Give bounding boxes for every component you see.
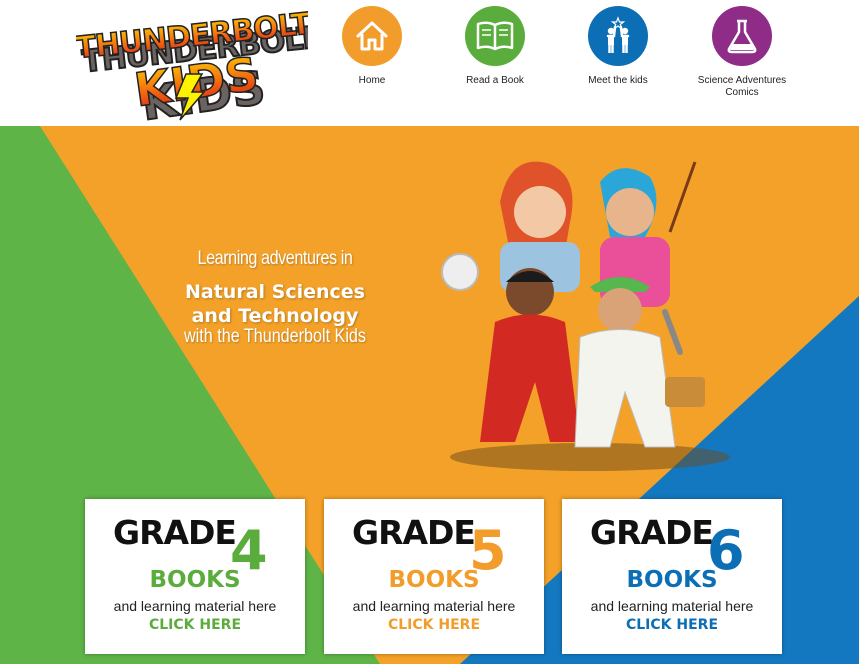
nav-science-adventures-comics[interactable]: Science Adventures Comics xyxy=(682,6,802,99)
grade-4-card[interactable]: GRADE 4 BOOKS and learning material here… xyxy=(85,499,305,654)
card-grade-label: GRADE xyxy=(352,513,476,552)
card-books-label: BOOKS xyxy=(149,567,241,593)
nav-circle xyxy=(712,6,772,66)
home-icon xyxy=(356,21,388,51)
hero-tagline-line3: and Technology xyxy=(191,305,359,327)
card-click-here-link[interactable]: CLICK HERE xyxy=(85,617,305,633)
hero-tagline: Learning adventures in Natural Sciences … xyxy=(140,248,410,348)
kids-high-five-icon xyxy=(606,16,630,53)
thunderbolt-kids-logo[interactable]: THUNDERBOLT THUNDERBOLT KIDS KIDS xyxy=(73,4,321,132)
grade-6-card[interactable]: GRADE 6 BOOKS and learning material here… xyxy=(562,499,782,654)
card-subtitle: and learning material here xyxy=(352,598,516,614)
hero-tagline-line2: Natural Sciences xyxy=(185,281,365,303)
grade-5-card[interactable]: GRADE 5 BOOKS and learning material here… xyxy=(324,499,544,654)
nav-circle xyxy=(588,6,648,66)
card-subtitle: and learning material here xyxy=(113,598,277,614)
card-subtitle: and learning material here xyxy=(590,598,754,614)
nav-home[interactable]: Home xyxy=(312,6,432,87)
card-grade-label: GRADE xyxy=(113,513,237,552)
card-books-label: BOOKS xyxy=(626,567,718,593)
nav-label: Home xyxy=(358,75,386,86)
card-books-label: BOOKS xyxy=(388,567,480,593)
nav-label: Science Adventures Comics xyxy=(697,75,787,98)
nav-circle xyxy=(342,6,402,66)
card-grade-label: GRADE xyxy=(590,513,714,552)
card-click-here-link[interactable]: CLICK HERE xyxy=(562,617,782,633)
nav-circle xyxy=(465,6,525,66)
nav-label: Read a Book xyxy=(466,75,524,86)
card-click-here-link[interactable]: CLICK HERE xyxy=(324,617,544,633)
open-book-icon xyxy=(476,21,514,51)
flask-icon xyxy=(727,19,757,54)
hero-tagline-line4: with the Thunderbolt Kids xyxy=(184,326,366,347)
nav-label: Meet the kids xyxy=(588,75,648,86)
nav-read-a-book[interactable]: Read a Book xyxy=(435,6,555,87)
thunderbolt-kids-characters-illustration xyxy=(441,161,730,471)
hero-tagline-line1: Learning adventures in xyxy=(197,248,353,269)
nav-meet-the-kids[interactable]: Meet the kids xyxy=(558,6,678,87)
site-header: THUNDERBOLT THUNDERBOLT KIDS KIDS Home R… xyxy=(0,0,859,132)
